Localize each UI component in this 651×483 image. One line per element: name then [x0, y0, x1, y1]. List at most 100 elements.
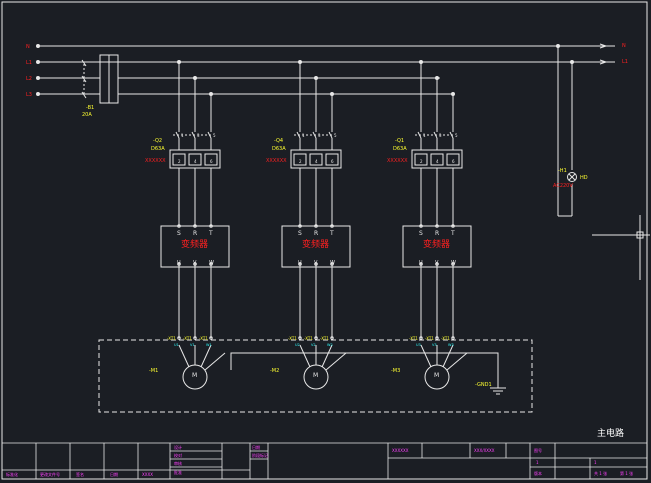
breaker-rating: D63A — [151, 146, 165, 152]
title-block-labels: 设计 校对 审核 批准 日期 标准化 更改文件号 签名 日期 XXXX 阶段标记… — [6, 444, 542, 477]
vfd-input-terminal: S — [177, 230, 181, 237]
breaker-model: XXXXXX — [387, 158, 408, 164]
terminal-id: -XT1 — [425, 336, 434, 341]
terminal-number: U2 — [295, 343, 300, 347]
breaker-rating: D63A — [272, 146, 286, 152]
breaker-rating: D63A — [393, 146, 407, 152]
vfd-input-terminal: T — [450, 230, 455, 237]
bus-lines — [36, 43, 615, 96]
vfd-input-terminal: R — [435, 230, 439, 237]
contact-number: 2 — [178, 159, 181, 164]
terminal-number: U3 — [416, 343, 421, 347]
ground-id: -GND1 — [475, 382, 492, 388]
indicator-branch — [556, 44, 574, 217]
electrical-schematic: N L1 L2 L3 N L1 -B1 20A -H1 AC220V HD -G… — [1, 1, 650, 480]
motor-id: -M1 — [149, 368, 158, 374]
terminal-id: -XT1 — [409, 336, 418, 341]
bus-labels-left: N L1 L2 L3 — [26, 44, 32, 98]
motor-id: -M2 — [270, 368, 279, 374]
sheet-mark: 1 — [536, 460, 539, 465]
lamp-icon — [567, 172, 577, 182]
bus-label-l2: L2 — [26, 76, 32, 82]
vfd-output-terminal: W — [330, 260, 335, 266]
contact-number: 1 — [181, 133, 184, 138]
bus-label-l3: L3 — [26, 92, 32, 98]
crosshair-icon — [592, 215, 650, 280]
contact-number: 6 — [210, 159, 213, 164]
sheet-marks: 1 1 共 1 张 第 1 张 — [536, 460, 633, 476]
contact-number: 3 — [318, 133, 321, 138]
tb-right-cell: 图号 — [534, 447, 542, 453]
drive-labels: -Q4 D63A XXXXXX 1 2 S U -XT1 U2 3 4 R V -XT1 V2 5 6 T W -XT… — [266, 133, 337, 379]
contact-number: 5 — [455, 133, 458, 138]
bus-label-right-n: N — [622, 43, 626, 49]
motor-symbol: M — [192, 372, 197, 379]
vfd-output-terminal: U — [419, 260, 423, 266]
terminal-number: W3 — [448, 343, 454, 347]
vfd-output-terminal: W — [451, 260, 456, 266]
drawing-title: 主电路 — [597, 427, 624, 439]
bus-label-l1: L1 — [26, 60, 32, 66]
tb-bottom-cell: 日期 — [110, 471, 118, 477]
vfd-input-terminal: T — [208, 230, 213, 237]
vfd-input-terminal: T — [329, 230, 334, 237]
tb-row-label: 审核 — [174, 460, 182, 466]
main-breaker-id: -B1 — [86, 105, 94, 111]
tb-bottom-cell: 标准化 — [6, 471, 18, 477]
vfd-input-terminal: S — [419, 230, 423, 237]
indicator-spec: AC220V — [553, 183, 573, 189]
contact-number: 3 — [439, 133, 442, 138]
contact-number: 6 — [452, 159, 455, 164]
contact-number: 1 — [302, 133, 305, 138]
terminal-number: W2 — [327, 343, 333, 347]
tb-right-cell: 共 1 张 — [594, 470, 607, 476]
terminal-id: -XT1 — [320, 336, 329, 341]
terminal-id: -XT1 — [167, 336, 176, 341]
terminal-id: -XT1 — [183, 336, 192, 341]
terminal-id: -XT1 — [304, 336, 313, 341]
title-block — [2, 442, 647, 479]
drive-labels: -Q1 D63A XXXXXX 1 2 S U -XT1 U3 3 4 R V -XT1 V3 5 6 T W -XT… — [387, 133, 458, 379]
terminal-id: -XT1 — [199, 336, 208, 341]
tb-bottom-cell: XXXX — [142, 472, 153, 477]
motor-symbol: M — [434, 372, 439, 379]
tb-bottom-cell: 签名 — [76, 471, 84, 477]
main-breaker-rating: 20A — [82, 112, 92, 118]
tb-code-mid: XXX/XXXX — [474, 448, 495, 453]
contact-number: 4 — [315, 159, 318, 164]
vfd-output-terminal: V — [193, 260, 197, 266]
contact-number: 3 — [197, 133, 200, 138]
contact-number: 2 — [420, 159, 423, 164]
bus-label-right-l1: L1 — [622, 59, 628, 65]
vfd-output-terminal: W — [209, 260, 214, 266]
tb-right-cell: 第 1 张 — [620, 470, 633, 476]
tb-right-cell: 版本 — [534, 470, 542, 476]
breaker-id: -Q2 — [153, 138, 162, 144]
vfd-label: 变频器 — [302, 238, 329, 250]
tb-row-label: 校对 — [174, 452, 182, 458]
vfd-output-terminal: V — [314, 260, 318, 266]
vfd-input-terminal: S — [298, 230, 302, 237]
terminal-number: V1 — [190, 343, 195, 347]
terminal-id: -XT1 — [441, 336, 450, 341]
bus-label-n: N — [26, 44, 30, 50]
terminal-number: W1 — [206, 343, 212, 347]
motor-symbol: M — [313, 372, 318, 379]
tb-row-label: 设计 — [174, 444, 182, 450]
vfd-output-terminal: U — [177, 260, 181, 266]
tb-bottom-cell: 更改文件号 — [40, 471, 60, 477]
vfd-output-terminal: V — [435, 260, 439, 266]
breaker-id: -Q4 — [274, 138, 283, 144]
breaker-id: -Q1 — [395, 138, 404, 144]
tb-mid-cell: 阶段标记 — [252, 452, 268, 458]
contact-number: 2 — [299, 159, 302, 164]
contact-number: 5 — [213, 133, 216, 138]
vfd-label: 变频器 — [423, 238, 450, 250]
terminal-number: V2 — [311, 343, 316, 347]
motor-id: -M3 — [391, 368, 400, 374]
tb-row-label: 日期 — [252, 444, 260, 450]
contact-number: 4 — [436, 159, 439, 164]
sheet-mark: 1 — [594, 460, 597, 465]
breaker-model: XXXXXX — [145, 158, 166, 164]
contact-number: 1 — [423, 133, 426, 138]
